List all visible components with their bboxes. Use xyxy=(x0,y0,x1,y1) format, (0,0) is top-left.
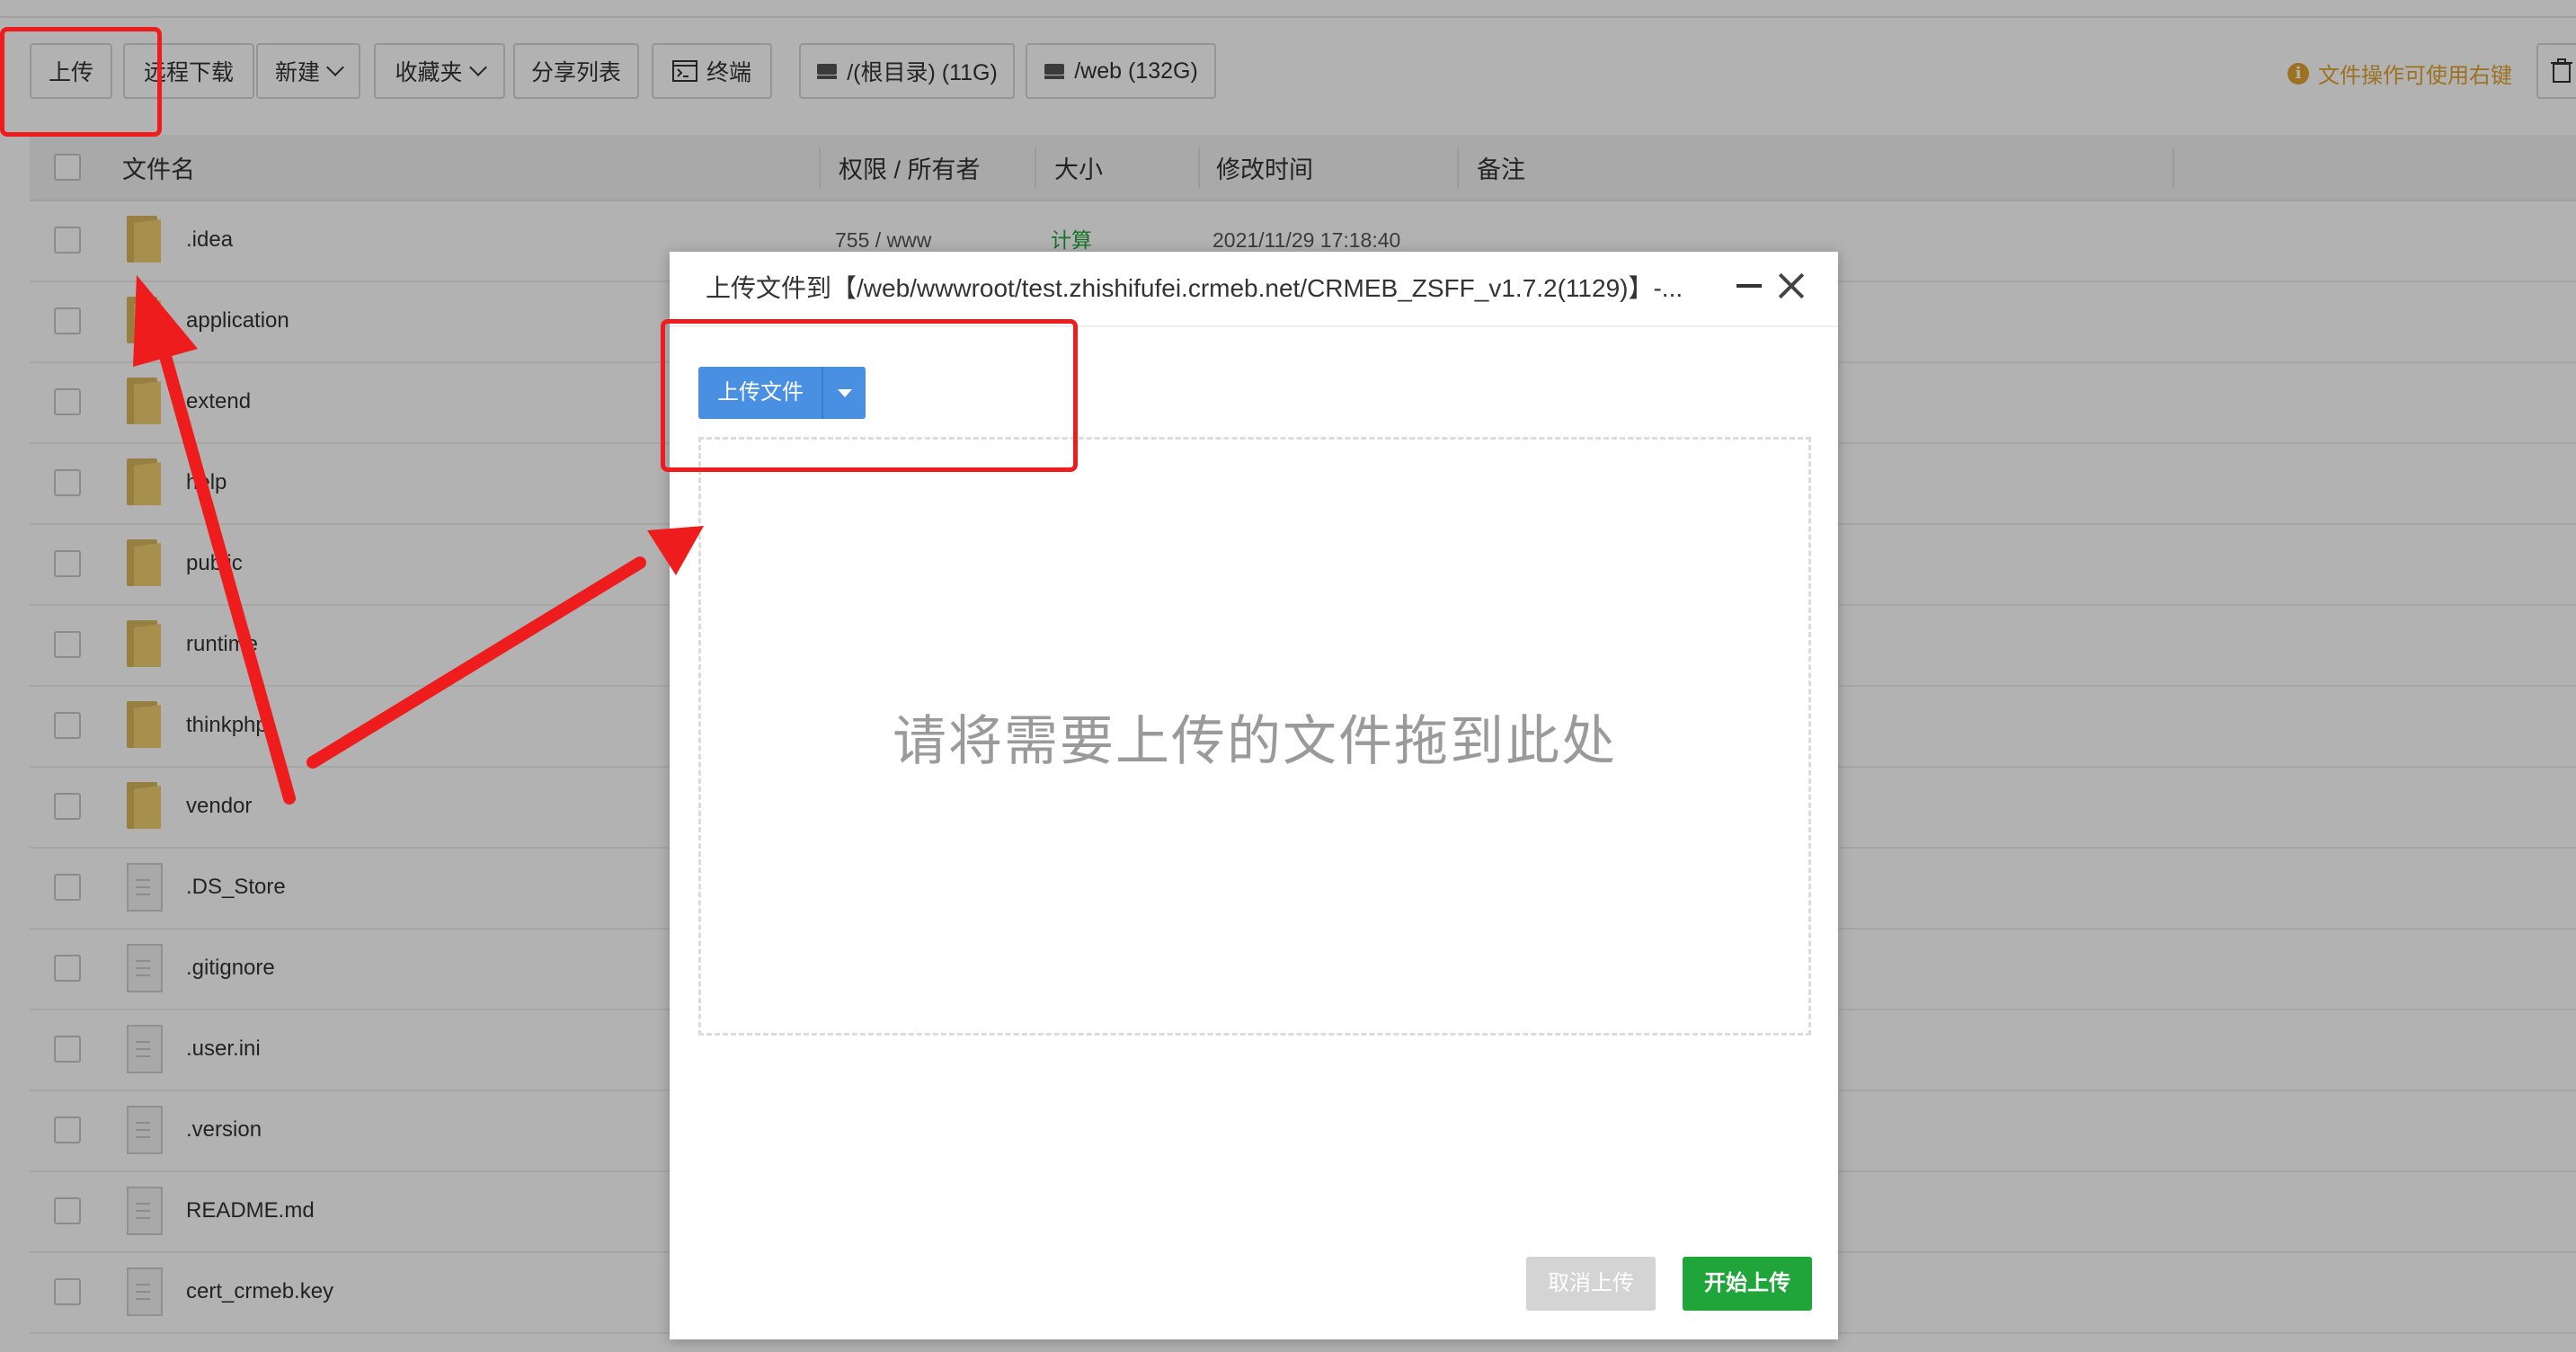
file-manager: 上传 远程下载 新建 收藏夹 分享列表 终端 /(根目录) (11G) /web… xyxy=(0,0,2576,1352)
annotation-box-upload xyxy=(0,27,162,137)
dialog-header: 上传文件到【/web/wwwroot/test.zhishifufei.crme… xyxy=(670,252,1838,327)
drop-zone-text: 请将需要上传的文件拖到此处 xyxy=(893,710,1617,771)
minimize-icon[interactable] xyxy=(1737,284,1762,288)
close-icon[interactable] xyxy=(1777,271,1806,300)
start-upload-button[interactable]: 开始上传 xyxy=(1683,1257,1812,1311)
dialog-title: 上传文件到【/web/wwwroot/test.zhishifufei.crme… xyxy=(706,274,1683,302)
drop-zone[interactable]: 请将需要上传的文件拖到此处 xyxy=(698,437,1811,1036)
annotation-box-upload-file xyxy=(661,319,1078,472)
cancel-upload-button[interactable]: 取消上传 xyxy=(1526,1257,1656,1311)
